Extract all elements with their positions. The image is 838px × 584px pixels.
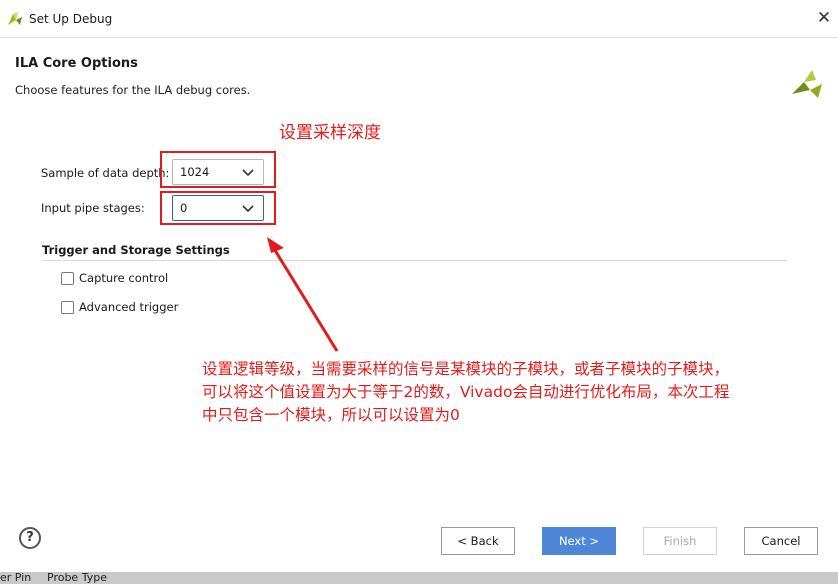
background-column-header: er Pin [0, 571, 32, 584]
help-button[interactable]: ? [19, 527, 41, 549]
finish-button: Finish [643, 527, 717, 555]
annotation-arrow-icon [267, 237, 339, 352]
back-button[interactable]: < Back [441, 527, 515, 555]
stage-annotation-line-1: 设置逻辑等级，当需要采样的信号是某模块的子模块，或者子模块的子模块， [202, 360, 730, 378]
next-button[interactable]: Next > [542, 527, 616, 555]
background-column-header: Probe Type [47, 571, 107, 584]
cancel-button[interactable]: Cancel [744, 527, 818, 555]
set-up-debug-dialog: Set Up Debug ✕ ILA Core Options Choose f… [0, 0, 838, 572]
background-window-strip [0, 572, 838, 582]
stage-annotation: 设置逻辑等级，当需要采样的信号是某模块的子模块，或者子模块的子模块， 可以将这个… [202, 358, 729, 427]
stage-annotation-line-3: 中只包含一个模块，所以可以设置为0 [202, 406, 460, 424]
stage-annotation-line-2: 可以将这个值设置为大于等于2的数，Vivado会自动进行优化布局，本次工程 [202, 383, 730, 401]
